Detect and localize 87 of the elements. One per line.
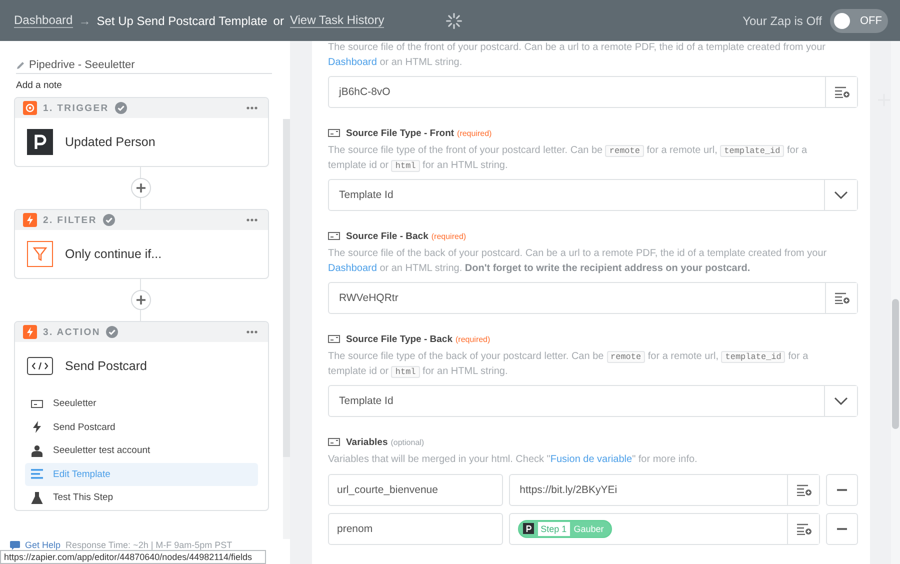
insert-data-button[interactable] <box>825 77 857 107</box>
card-icon <box>31 398 43 410</box>
field-type-icon <box>328 437 340 447</box>
chevron-down-icon <box>834 397 848 405</box>
insert-data-button[interactable] <box>787 474 820 504</box>
response-time-text: Response Time: ~2h | M-F 9am-5pm PST <box>66 540 232 550</box>
page-title: Set Up Send Postcard Template <box>96 14 268 28</box>
dashboard-link[interactable]: Dashboard <box>14 13 73 28</box>
separator-text: or <box>273 14 284 28</box>
field-type-icon <box>328 334 340 344</box>
minus-icon <box>837 488 848 490</box>
field-label: Source File - Back <box>346 230 428 242</box>
letter-p-logo-icon <box>522 523 534 534</box>
minus-icon <box>837 528 848 530</box>
step-card[interactable]: 1. TRIGGER Updated Person <box>14 97 269 167</box>
field-tag: (optional) <box>390 438 424 446</box>
step-menu-item[interactable]: Send Postcard <box>25 416 258 439</box>
scrollbar-thumb[interactable] <box>892 299 899 429</box>
zap-status-text: Your Zap is Off <box>742 14 822 28</box>
insert-data-button[interactable] <box>825 283 857 313</box>
step-app-name: Only continue if... <box>65 247 162 261</box>
key-input-field[interactable]: url_courte_bienvenue <box>328 474 503 506</box>
step-app-name: Send Postcard <box>65 359 147 373</box>
step-card[interactable]: 2. FILTER Only continue if... <box>14 209 269 279</box>
code-snippet: remote <box>605 145 644 157</box>
target-badge-icon <box>23 101 37 115</box>
field-type-icon <box>328 128 340 138</box>
step-label: 2. FILTER <box>43 214 97 226</box>
field-tag: (required) <box>457 128 492 138</box>
zap-name-field[interactable]: Pipedrive - Seeuletter <box>16 59 272 74</box>
dropdown-field[interactable]: Template Id <box>328 385 858 417</box>
add-note-link[interactable]: Add a note <box>16 80 283 91</box>
more-dots-icon <box>246 218 258 222</box>
field-description: The source file type of the back of your postcard letter. Can be remote for a remote url, template_id for a template id or html for an HTML string. <box>328 350 810 379</box>
list-plus-icon <box>796 484 812 496</box>
field-description: Variables that will be merged in your html. Check "Fusion de variable" for more info. <box>328 453 698 467</box>
add-step-icon <box>130 290 150 310</box>
pencil-icon <box>16 60 25 70</box>
code-snippet: html <box>391 160 420 172</box>
list-plus-icon <box>834 86 850 98</box>
input-field[interactable]: RWVeHQRtr <box>328 282 858 314</box>
task-history-link[interactable]: View Task History <box>290 13 384 28</box>
flask-icon <box>31 492 43 504</box>
field-label: Source File Type - Back <box>346 334 452 344</box>
field-label: Source File Type - Front <box>346 128 454 138</box>
step-app-name: Updated Person <box>65 135 156 149</box>
lightning-badge-icon <box>23 213 37 227</box>
field-label: Variables <box>346 436 388 448</box>
more-dots-icon <box>246 106 258 110</box>
field-description: The source file of the back of your postcard. Can be a url to a remote PDF, the id of a template created from your Dashboard or an HTML string. Don't forget to write the recipient address on your postcard. <box>328 247 828 276</box>
person-icon <box>31 444 43 457</box>
code-snippet: template_id <box>720 145 784 157</box>
key-input-field[interactable]: prenom <box>328 512 503 544</box>
code-snippet: remote <box>606 351 646 363</box>
step-menu-item[interactable]: Seeuletter test account <box>25 439 258 462</box>
list-lines-icon <box>31 468 43 480</box>
code-snippet: html <box>391 366 420 378</box>
get-help-link[interactable]: Get Help <box>25 540 61 550</box>
link-url-tooltip: https://zapier.com/app/editor/44870640/nodes/44982114/fields <box>0 550 266 564</box>
input-field[interactable]: jB6hC-8vO <box>328 76 858 108</box>
step-card[interactable]: 3. ACTION Send Postcard Seeuletter Send Postcard Seeuletter test account Edit Template Test This Step <box>14 321 269 510</box>
list-plus-icon <box>834 292 850 304</box>
field-tag: (required) <box>455 334 490 344</box>
insert-data-button[interactable] <box>787 514 820 544</box>
breadcrumb-arrow: → <box>78 14 91 28</box>
funnel-icon <box>27 241 53 267</box>
scrollbar-thumb[interactable] <box>283 119 290 457</box>
step-label: 1. TRIGGER <box>43 102 109 114</box>
lightning-icon <box>31 421 43 434</box>
step-label: 3. ACTION <box>43 326 100 338</box>
value-input-field[interactable]: https://bit.ly/2BKyYEi <box>508 474 820 506</box>
lightning-badge-icon <box>23 325 37 339</box>
loading-spinner-icon <box>445 12 463 30</box>
list-plus-icon <box>796 522 812 534</box>
dropdown-field[interactable]: Template Id <box>328 179 858 211</box>
more-dots-icon <box>246 330 258 334</box>
field-type-icon <box>328 231 340 241</box>
field-description: The source file type of the front of your postcard letter. Can be remote for a remote url, template_id for a template id or html for an HTML string. <box>328 144 808 173</box>
add-step-icon <box>130 178 150 198</box>
letter-p-logo-icon <box>27 129 53 155</box>
code-snippet: template_id <box>721 351 786 363</box>
step-menu-item[interactable]: Seeuletter <box>25 392 258 416</box>
field-tag: (required) <box>431 232 466 240</box>
step-menu-item[interactable]: Test This Step <box>25 486 258 510</box>
chevron-down-icon <box>834 191 848 199</box>
chat-icon <box>10 540 20 550</box>
field-description: The source file of the front of your postcard. Can be a url to a remote PDF, the id of a template created from your Dashboard or an HTML string. <box>328 41 826 70</box>
